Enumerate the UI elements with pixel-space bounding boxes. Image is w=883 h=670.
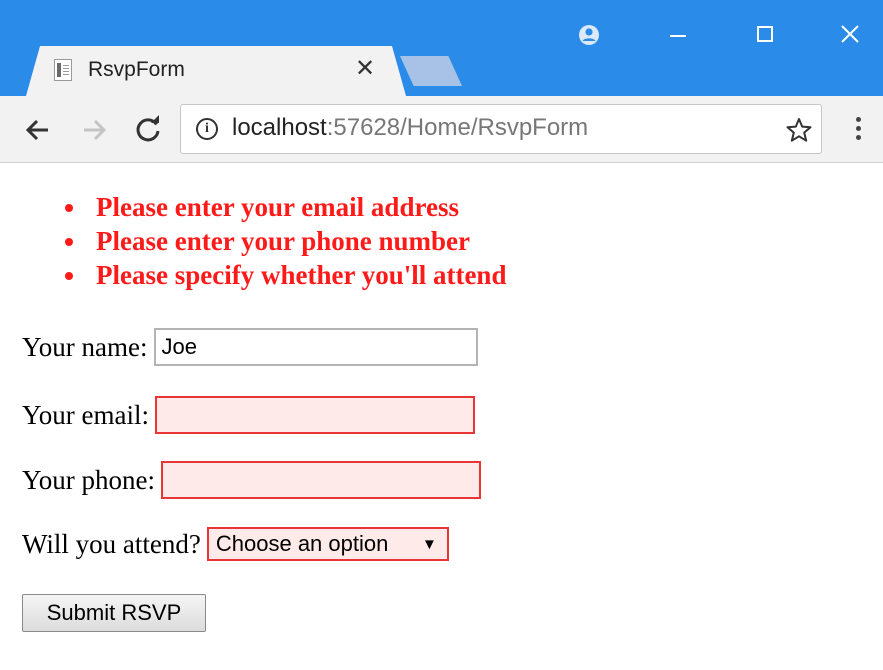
reload-icon[interactable] xyxy=(132,114,164,146)
browser-tab[interactable] xyxy=(26,46,406,96)
maximize-icon xyxy=(757,26,773,42)
dropdown-arrow-icon: ▼ xyxy=(422,535,437,553)
close-window-button[interactable] xyxy=(828,14,872,54)
back-arrow-icon[interactable] xyxy=(22,114,54,146)
close-icon xyxy=(841,25,859,43)
validation-summary: Please enter your email address Please e… xyxy=(40,190,506,292)
browser-menu-icon[interactable] xyxy=(852,117,864,145)
tab-title: RsvpForm xyxy=(88,58,185,81)
profile-icon[interactable] xyxy=(578,24,600,46)
minimize-button[interactable] xyxy=(656,14,700,54)
phone-label: Your phone: xyxy=(22,464,156,495)
name-input[interactable] xyxy=(153,328,478,366)
submit-rsvp-button[interactable]: Submit RSVP xyxy=(22,594,206,632)
page-favicon-icon xyxy=(54,59,72,81)
site-info-icon[interactable]: i xyxy=(196,118,218,140)
email-label: Your email: xyxy=(22,399,150,430)
email-row: Your email: xyxy=(22,396,476,434)
email-input[interactable] xyxy=(155,396,476,434)
url-path: :57628/Home/RsvpForm xyxy=(326,114,589,141)
name-label: Your name: xyxy=(22,331,148,362)
attend-select[interactable]: Choose an option ▼ xyxy=(206,527,449,561)
minimize-icon xyxy=(670,35,686,37)
attend-label: Will you attend? xyxy=(22,528,201,559)
phone-input[interactable] xyxy=(161,461,482,499)
attend-selected-value: Choose an option xyxy=(215,531,389,556)
error-message: Please enter your phone number xyxy=(64,224,506,258)
forward-arrow-icon[interactable] xyxy=(78,114,110,146)
url-host: localhost xyxy=(232,114,327,141)
phone-row: Your phone: xyxy=(22,461,482,499)
url-text[interactable]: localhost:57628/Home/RsvpForm xyxy=(232,114,588,142)
error-message: Please enter your email address xyxy=(64,190,506,224)
maximize-button[interactable] xyxy=(744,14,788,54)
attend-row: Will you attend? Choose an option ▼ xyxy=(22,527,449,561)
tab-close-icon[interactable]: ✕ xyxy=(352,54,378,84)
error-message: Please specify whether you'll attend xyxy=(64,260,507,290)
bookmark-star-icon[interactable] xyxy=(786,117,812,143)
name-row: Your name: xyxy=(22,328,478,366)
